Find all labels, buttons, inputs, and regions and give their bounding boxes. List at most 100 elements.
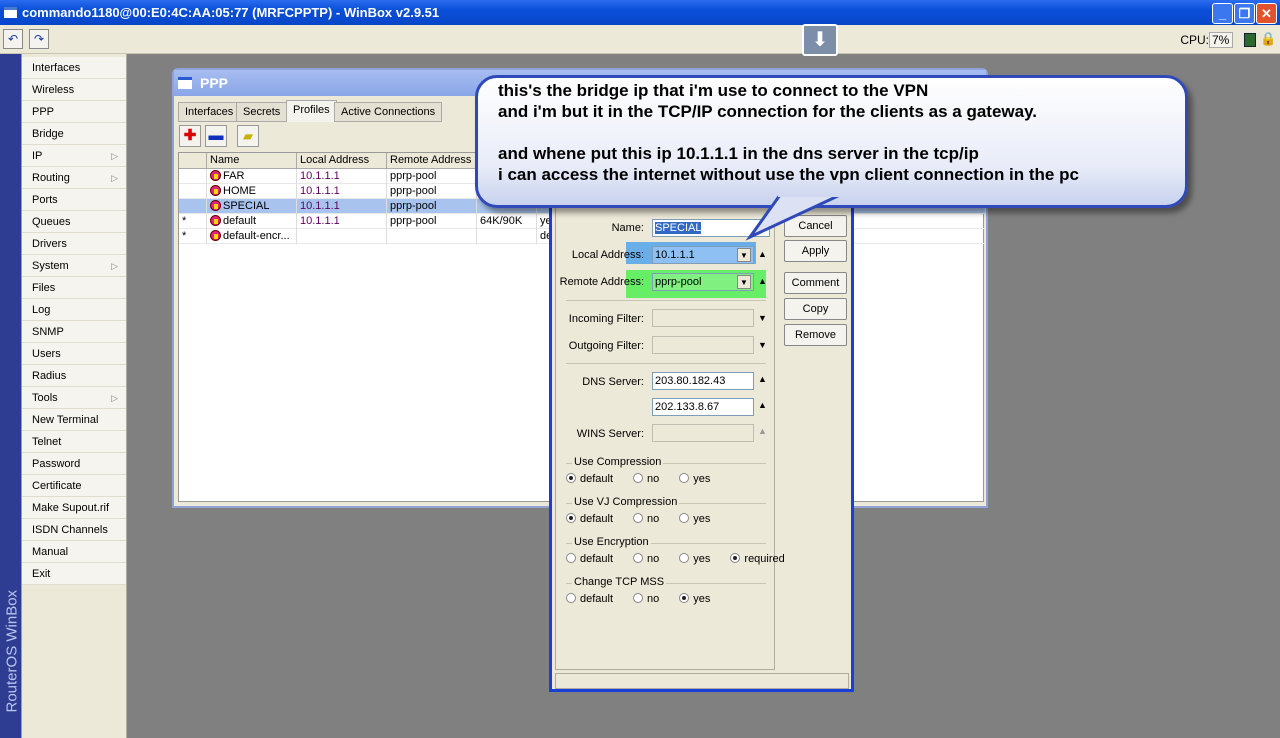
outgoing-filter-select[interactable] <box>652 336 754 354</box>
chevron-down-icon[interactable]: ▼ <box>737 275 751 289</box>
copy-button[interactable]: Copy <box>784 298 847 320</box>
dns-server-2-field[interactable]: 202.133.8.67 <box>652 398 754 416</box>
sidebar-item-label: Certificate <box>32 480 82 492</box>
radio-button[interactable] <box>633 553 644 563</box>
remove-button[interactable]: ▬ <box>205 125 227 147</box>
collapse-arrow-icon[interactable]: ▲ <box>758 276 767 286</box>
radio-button[interactable] <box>633 473 644 483</box>
sidebar-item-certificate[interactable]: Certificate <box>22 475 126 497</box>
column-header-flag[interactable] <box>179 153 207 169</box>
sidebar-item-drivers[interactable]: Drivers <box>22 233 126 255</box>
cell-rate <box>477 229 537 244</box>
radio-default[interactable]: default <box>566 473 623 485</box>
sidebar-item-ppp[interactable]: PPP <box>22 101 126 123</box>
radio-no[interactable]: no <box>633 593 669 605</box>
collapse-arrow-icon[interactable]: ▲ <box>758 249 767 259</box>
cell-remote-text: pprp-pool <box>390 185 437 197</box>
sidebar-item-new-terminal[interactable]: New Terminal <box>22 409 126 431</box>
tab-profiles[interactable]: Profiles <box>286 100 337 122</box>
sidebar-item-password[interactable]: Password <box>22 453 126 475</box>
cell-local-text: 10.1.1.1 <box>300 200 340 212</box>
add-button[interactable]: ✚ <box>179 125 201 147</box>
up-down-icon[interactable]: ▲ <box>758 374 767 384</box>
profile-icon <box>210 230 221 241</box>
undo-icon[interactable]: ↶ <box>3 29 23 49</box>
sidebar-item-label: Routing <box>32 172 70 184</box>
incoming-filter-select[interactable] <box>652 309 754 327</box>
sidebar-item-queues[interactable]: Queues <box>22 211 126 233</box>
sidebar-item-label: Drivers <box>32 238 67 250</box>
radio-button[interactable] <box>566 593 576 603</box>
radio-no[interactable]: no <box>633 473 669 485</box>
sidebar-item-users[interactable]: Users <box>22 343 126 365</box>
close-button[interactable]: ✕ <box>1256 3 1277 24</box>
sidebar-item-ip[interactable]: IP ▷ <box>22 145 126 167</box>
minimize-button[interactable]: _ <box>1212 3 1233 24</box>
callout-tail-shape <box>745 195 841 241</box>
radio-button[interactable] <box>730 553 741 563</box>
column-header-name[interactable]: Name <box>207 153 297 169</box>
cell-flag-text: * <box>182 230 187 242</box>
brand-strip: RouterOS WinBox <box>0 54 22 738</box>
radio-button[interactable] <box>679 473 690 483</box>
tab-active-connections[interactable]: Active Connections <box>334 102 443 122</box>
radio-default[interactable]: default <box>566 513 623 525</box>
radio-no[interactable]: no <box>633 513 669 525</box>
radio-default[interactable]: default <box>566 553 623 565</box>
sidebar-item-routing[interactable]: Routing ▷ <box>22 167 126 189</box>
chevron-down-icon[interactable]: ▼ <box>758 313 767 323</box>
radio-button[interactable] <box>679 593 690 603</box>
radio-yes[interactable]: yes <box>679 513 720 525</box>
comment-button[interactable]: Comment <box>784 272 847 294</box>
sidebar-item-exit[interactable]: Exit <box>22 563 126 585</box>
radio-button[interactable] <box>633 593 644 603</box>
sidebar-item-snmp[interactable]: SNMP <box>22 321 126 343</box>
column-header-local-address[interactable]: Local Address <box>297 153 387 169</box>
sidebar-item-bridge[interactable]: Bridge <box>22 123 126 145</box>
sidebar-item-wireless[interactable]: Wireless <box>22 79 126 101</box>
chevron-down-icon[interactable]: ▼ <box>758 340 767 350</box>
radio-button[interactable] <box>633 513 644 523</box>
radio-button[interactable] <box>679 553 690 563</box>
radio-required[interactable]: required <box>730 553 794 565</box>
sidebar-item-log[interactable]: Log <box>22 299 126 321</box>
sidebar-item-interfaces[interactable]: Interfaces <box>22 57 126 79</box>
tab-interfaces[interactable]: Interfaces <box>178 102 241 122</box>
download-icon[interactable]: ⬇ <box>802 24 838 56</box>
dns-server-label: DNS Server: <box>582 376 644 388</box>
radio-button[interactable] <box>566 553 576 563</box>
redo-icon[interactable]: ↷ <box>29 29 49 49</box>
column-header-remote-address[interactable]: Remote Address <box>387 153 477 169</box>
profile-icon <box>210 185 221 196</box>
sidebar-item-manual[interactable]: Manual <box>22 541 126 563</box>
chevron-down-icon[interactable]: ▼ <box>737 248 751 262</box>
sidebar-item-tools[interactable]: Tools ▷ <box>22 387 126 409</box>
radio-button[interactable] <box>566 513 576 523</box>
remove-button[interactable]: Remove <box>784 324 847 346</box>
wins-server-field[interactable] <box>652 424 754 442</box>
sidebar-item-system[interactable]: System ▷ <box>22 255 126 277</box>
up-down-icon[interactable]: ▲ <box>758 426 767 436</box>
up-down-icon[interactable]: ▲ <box>758 400 767 410</box>
comment-button[interactable]: ▰ <box>237 125 259 147</box>
dns-server-1-field[interactable]: 203.80.182.43 <box>652 372 754 390</box>
remote-address-select[interactable]: pprp-pool ▼ <box>652 273 754 291</box>
sidebar-item-files[interactable]: Files <box>22 277 126 299</box>
radio-no[interactable]: no <box>633 553 669 565</box>
radio-button[interactable] <box>679 513 690 523</box>
maximize-button[interactable]: ❐ <box>1234 3 1255 24</box>
radio-yes[interactable]: yes <box>679 553 720 565</box>
sidebar-item-ports[interactable]: Ports <box>22 189 126 211</box>
profile-icon <box>210 215 221 226</box>
radio-button[interactable] <box>566 473 576 483</box>
tab-secrets[interactable]: Secrets <box>236 102 288 122</box>
sidebar-item-telnet[interactable]: Telnet <box>22 431 126 453</box>
radio-yes[interactable]: yes <box>679 593 720 605</box>
sidebar-item-radius[interactable]: Radius <box>22 365 126 387</box>
sidebar-item-isdn-channels[interactable]: ISDN Channels <box>22 519 126 541</box>
radio-yes[interactable]: yes <box>679 473 720 485</box>
sidebar-item-make-supout-rif[interactable]: Make Supout.rif <box>22 497 126 519</box>
radio-default[interactable]: default <box>566 593 623 605</box>
local-address-select[interactable]: 10.1.1.1 ▼ <box>652 246 754 264</box>
cell-flag: * <box>179 229 207 244</box>
